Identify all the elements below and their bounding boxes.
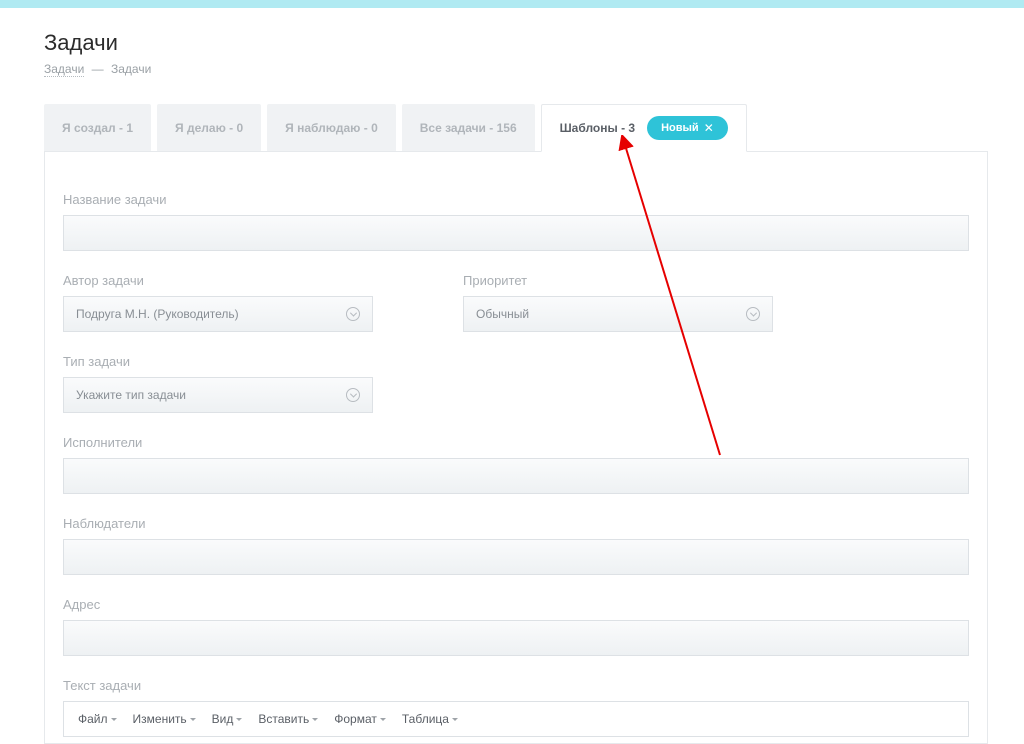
breadcrumb-separator: — xyxy=(92,62,104,76)
chevron-down-icon xyxy=(346,307,360,321)
page-container: Задачи Задачи — Задачи Я создал - 1 Я де… xyxy=(0,8,1024,744)
select-type[interactable]: Укажите тип задачи xyxy=(63,377,373,413)
editor-toolbar: Файл Изменить Вид Вставить xyxy=(63,701,969,737)
editor-menu-format[interactable]: Формат xyxy=(328,708,392,730)
top-accent-bar xyxy=(0,0,1024,8)
label-title: Название задачи xyxy=(63,192,969,207)
field-author: Автор задачи Подруга М.Н. (Руководитель) xyxy=(63,273,373,332)
tab-all[interactable]: Все задачи - 156 xyxy=(402,104,535,151)
editor-menu-format-label: Формат xyxy=(334,712,377,726)
editor-menu-edit[interactable]: Изменить xyxy=(127,708,202,730)
select-type-value: Укажите тип задачи xyxy=(76,388,186,402)
editor-menu-table[interactable]: Таблица xyxy=(396,708,464,730)
tab-templates[interactable]: Шаблоны - 3 Новый ✕ xyxy=(541,104,747,152)
tab-doing[interactable]: Я делаю - 0 xyxy=(157,104,261,151)
field-priority: Приоритет Обычный xyxy=(463,273,773,332)
breadcrumb-link[interactable]: Задачи xyxy=(44,62,84,77)
label-task-text: Текст задачи xyxy=(63,678,969,693)
field-title: Название задачи xyxy=(63,192,969,251)
field-type: Тип задачи Укажите тип задачи xyxy=(63,354,373,413)
field-task-text: Текст задачи Файл Изменить Вид xyxy=(63,678,969,737)
field-executors: Исполнители xyxy=(63,435,969,494)
tabs-bar: Я создал - 1 Я делаю - 0 Я наблюдаю - 0 … xyxy=(44,104,988,152)
tab-watching[interactable]: Я наблюдаю - 0 xyxy=(267,104,396,151)
caret-down-icon xyxy=(312,718,318,721)
editor-menu-table-label: Таблица xyxy=(402,712,449,726)
tab-templates-label: Шаблоны - 3 xyxy=(560,121,635,135)
chevron-down-icon xyxy=(746,307,760,321)
editor-menu-insert[interactable]: Вставить xyxy=(252,708,324,730)
caret-down-icon xyxy=(190,718,196,721)
label-observers: Наблюдатели xyxy=(63,516,969,531)
new-button[interactable]: Новый ✕ xyxy=(647,116,728,140)
caret-down-icon xyxy=(111,718,117,721)
close-icon: ✕ xyxy=(704,121,714,135)
editor-menu-edit-label: Изменить xyxy=(133,712,187,726)
new-button-label: Новый xyxy=(661,122,699,134)
select-priority[interactable]: Обычный xyxy=(463,296,773,332)
select-author[interactable]: Подруга М.Н. (Руководитель) xyxy=(63,296,373,332)
chevron-down-icon xyxy=(346,388,360,402)
editor-menu-file[interactable]: Файл xyxy=(72,708,123,730)
breadcrumb: Задачи — Задачи xyxy=(44,62,988,76)
input-executors[interactable] xyxy=(63,458,969,494)
input-address[interactable] xyxy=(63,620,969,656)
select-author-value: Подруга М.Н. (Руководитель) xyxy=(76,307,239,321)
page-title: Задачи xyxy=(44,30,988,56)
caret-down-icon xyxy=(380,718,386,721)
label-executors: Исполнители xyxy=(63,435,969,450)
caret-down-icon xyxy=(236,718,242,721)
label-address: Адрес xyxy=(63,597,969,612)
label-priority: Приоритет xyxy=(463,273,773,288)
select-priority-value: Обычный xyxy=(476,307,529,321)
breadcrumb-current: Задачи xyxy=(111,62,151,76)
label-type: Тип задачи xyxy=(63,354,373,369)
editor-menu-insert-label: Вставить xyxy=(258,712,309,726)
caret-down-icon xyxy=(452,718,458,721)
input-title[interactable] xyxy=(63,215,969,251)
field-observers: Наблюдатели xyxy=(63,516,969,575)
field-address: Адрес xyxy=(63,597,969,656)
editor-menu-view[interactable]: Вид xyxy=(206,708,249,730)
tab-created[interactable]: Я создал - 1 xyxy=(44,104,151,151)
form-panel: Название задачи Автор задачи Подруга М.Н… xyxy=(44,152,988,744)
editor-menu-view-label: Вид xyxy=(212,712,234,726)
label-author: Автор задачи xyxy=(63,273,373,288)
editor-menu-file-label: Файл xyxy=(78,712,108,726)
input-observers[interactable] xyxy=(63,539,969,575)
